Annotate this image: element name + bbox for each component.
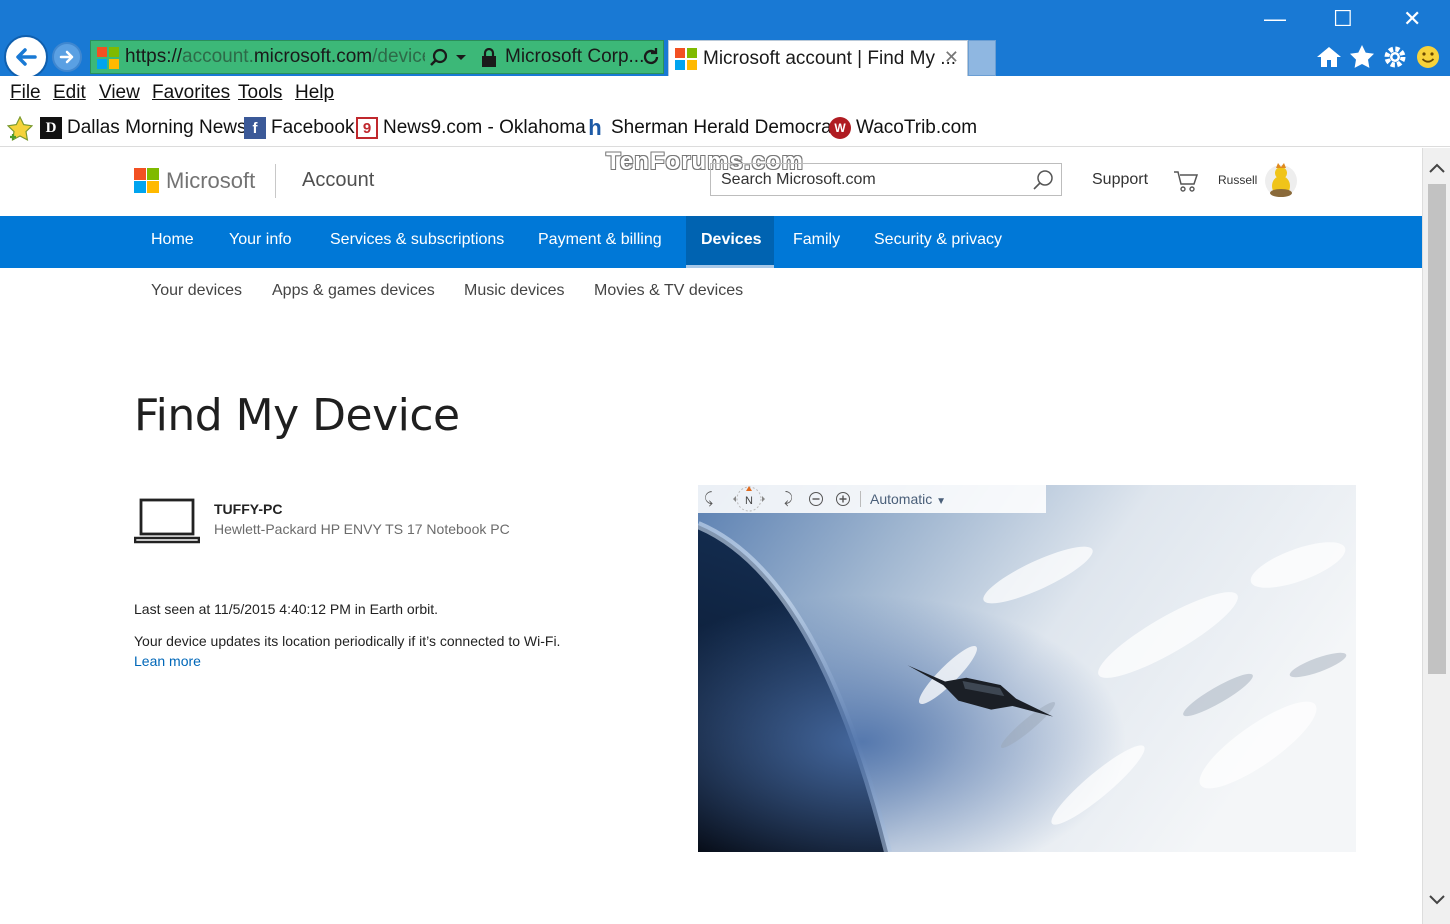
favorite-sherman-herald[interactable]: h Sherman Herald Democrat	[584, 115, 837, 140]
search-icon[interactable]	[429, 48, 449, 68]
header-divider	[275, 164, 276, 198]
user-name[interactable]: Russell	[1218, 173, 1257, 187]
menu-file[interactable]: File	[10, 82, 41, 104]
address-bar[interactable]: https://account.microsoft.com/device Mic…	[90, 40, 664, 74]
menu-favorites[interactable]: Favorites	[152, 82, 230, 104]
nav-services-subscriptions[interactable]: Services & subscriptions	[330, 231, 504, 249]
nav-family[interactable]: Family	[793, 231, 840, 249]
back-arrow-icon	[16, 48, 37, 66]
add-favorite-star-icon[interactable]	[7, 116, 33, 142]
subnav-movies-tv-devices[interactable]: Movies & TV devices	[594, 282, 743, 300]
compass-icon[interactable]: N	[726, 486, 772, 512]
favorite-wacotrib[interactable]: W WacoTrib.com	[829, 117, 977, 139]
favorite-news9[interactable]: 9 News9.com - Oklahoma	[356, 117, 586, 139]
new-tab-button[interactable]	[968, 40, 996, 76]
search-input[interactable]: Search Microsoft.com	[710, 163, 1062, 196]
favorite-facebook[interactable]: f Facebook	[244, 117, 354, 139]
rotate-right-icon[interactable]: ⤸	[784, 490, 793, 507]
nav-devices[interactable]: Devices	[701, 231, 762, 249]
facebook-icon: f	[244, 117, 266, 139]
menu-help[interactable]: Help	[295, 82, 334, 104]
update-info-text: Your device updates its location periodi…	[134, 633, 561, 649]
address-url[interactable]: https://account.microsoft.com/device	[125, 46, 425, 68]
refresh-icon[interactable]	[641, 47, 661, 67]
menu-bar: File Edit View Favorites Tools Help	[0, 76, 1450, 111]
compass-north-label: N	[745, 495, 753, 507]
smiley-feedback-icon[interactable]	[1415, 44, 1441, 70]
earth-orbit-image	[698, 485, 1356, 852]
minimize-icon[interactable]: —	[1264, 8, 1286, 30]
close-icon[interactable]: ✕	[1403, 8, 1421, 30]
laptop-icon	[134, 498, 200, 544]
favorites-bar: D Dallas Morning News f Facebook 9 News9…	[0, 111, 1450, 147]
subnav-music-devices[interactable]: Music devices	[464, 282, 564, 300]
scroll-down-icon[interactable]	[1427, 890, 1447, 910]
nav-payment-billing[interactable]: Payment & billing	[538, 231, 662, 249]
nav-home[interactable]: Home	[151, 231, 194, 249]
browser-titlebar: https://account.microsoft.com/device Mic…	[0, 0, 1450, 79]
device-name: TUFFY-PC	[214, 501, 283, 517]
learn-more-link[interactable]: Lean more	[134, 653, 201, 669]
tab-close-icon[interactable]: ✕	[944, 47, 959, 68]
location-map[interactable]: ⤹ N ⤸ Automatic ▼	[698, 485, 1356, 852]
search-icon[interactable]	[1032, 169, 1054, 191]
zoom-out-icon[interactable]	[808, 491, 824, 507]
map-style-dropdown[interactable]: Automatic ▼	[870, 491, 946, 507]
cart-icon[interactable]	[1173, 169, 1199, 193]
avatar[interactable]	[1264, 162, 1298, 200]
certificate-label[interactable]: Microsoft Corp...	[505, 46, 644, 68]
menu-view[interactable]: View	[99, 82, 140, 104]
favorites-star-icon[interactable]	[1349, 44, 1375, 70]
subnav-apps-games-devices[interactable]: Apps & games devices	[272, 282, 435, 300]
site-header: Microsoft Account TenForums.com Search M…	[0, 148, 1422, 216]
map-toolbar: ⤹ N ⤸ Automatic ▼	[698, 485, 1046, 513]
subnav-your-devices[interactable]: Your devices	[151, 282, 242, 300]
tab-active[interactable]: Microsoft account | Find My ... ✕	[668, 40, 968, 76]
primary-nav: Home Your info Services & subscriptions …	[0, 216, 1422, 268]
herald-icon: h	[588, 115, 602, 140]
settings-gear-icon[interactable]	[1382, 44, 1408, 70]
device-model: Hewlett-Packard HP ENVY TS 17 Notebook P…	[214, 521, 510, 537]
back-button[interactable]	[4, 35, 48, 79]
last-seen-text: Last seen at 11/5/2015 4:40:12 PM in Ear…	[134, 601, 439, 617]
microsoft-brand[interactable]: Microsoft	[166, 168, 255, 194]
scroll-up-icon[interactable]	[1427, 158, 1447, 178]
menu-edit[interactable]: Edit	[53, 82, 86, 104]
lock-icon[interactable]	[481, 48, 497, 68]
chevron-down-icon: ▼	[936, 496, 947, 507]
web-page: Microsoft Account TenForums.com Search M…	[0, 148, 1422, 924]
forward-button[interactable]	[52, 42, 82, 72]
vertical-scrollbar[interactable]	[1422, 148, 1450, 924]
scroll-thumb[interactable]	[1428, 184, 1446, 674]
menu-tools[interactable]: Tools	[238, 82, 282, 104]
dallas-news-icon: D	[40, 117, 62, 139]
maximize-icon[interactable]: ☐	[1333, 8, 1353, 30]
microsoft-logo-icon[interactable]	[134, 168, 160, 194]
news9-icon: 9	[356, 117, 378, 139]
search-placeholder: Search Microsoft.com	[721, 171, 876, 188]
page-title: Find My Device	[134, 390, 460, 441]
wacotrib-icon: W	[829, 117, 851, 139]
nav-security-privacy[interactable]: Security & privacy	[874, 231, 1002, 249]
toolbar-divider	[860, 491, 861, 507]
tab-title: Microsoft account | Find My ...	[703, 48, 957, 69]
account-section-label[interactable]: Account	[302, 169, 374, 192]
dropdown-icon[interactable]	[455, 53, 467, 63]
site-favicon-icon	[97, 47, 119, 69]
tab-favicon-icon	[675, 48, 697, 70]
rotate-left-icon[interactable]: ⤹	[704, 490, 713, 507]
support-link[interactable]: Support	[1092, 171, 1148, 189]
favorite-dallas-news[interactable]: D Dallas Morning News	[40, 117, 247, 139]
zoom-in-icon[interactable]	[835, 491, 851, 507]
nav-your-info[interactable]: Your info	[229, 231, 292, 249]
home-icon[interactable]	[1316, 45, 1342, 69]
forward-arrow-icon	[59, 50, 74, 64]
